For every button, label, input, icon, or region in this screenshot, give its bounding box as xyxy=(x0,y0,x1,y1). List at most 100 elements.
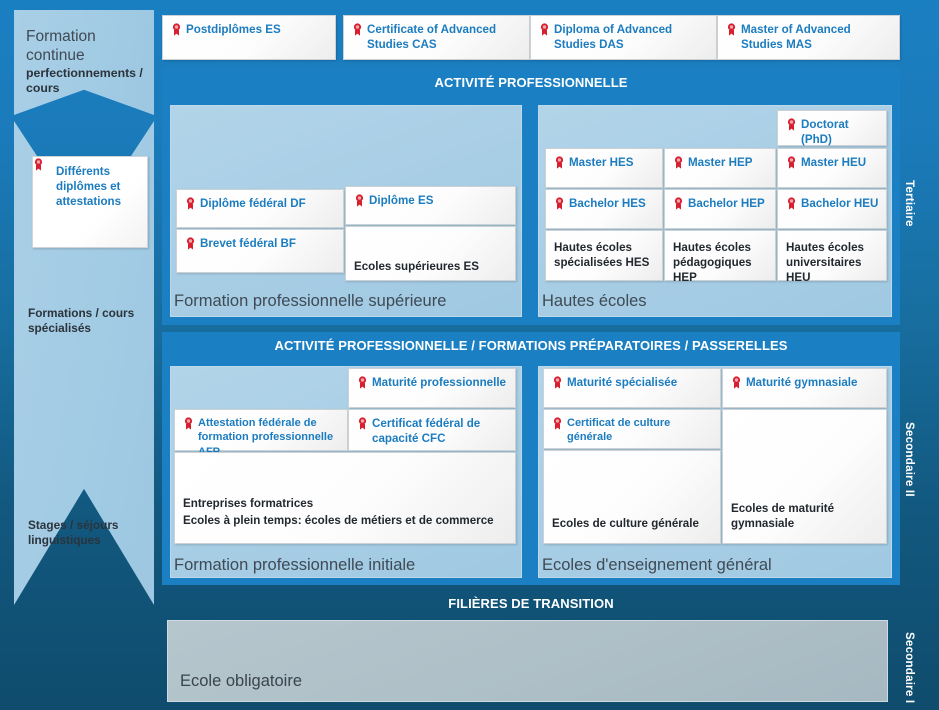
card-label: Hautes écoles spécialisées HES xyxy=(554,241,650,270)
level-label-secondaire-i: Secondaire I xyxy=(903,632,916,704)
panel-label-ecoles-enseignement-general: Ecoles d'enseignement général xyxy=(542,556,772,574)
sidebar-diplomas-card[interactable]: Différents diplômes et attestations xyxy=(32,156,148,248)
card-label: Postdiplômes ES xyxy=(186,23,281,36)
card-label: Certificat fédéral de capacité CFC xyxy=(372,417,481,446)
award-badge-icon xyxy=(185,237,196,250)
card-content: Master HEP xyxy=(673,155,771,170)
award-badge-icon xyxy=(539,23,550,36)
card-bachelor-hes[interactable]: Bachelor HES xyxy=(545,189,663,229)
card-bachelor-heu[interactable]: Bachelor HEU xyxy=(777,189,887,229)
card-doctorat-phd[interactable]: Doctorat (PhD) xyxy=(777,110,887,146)
card-entreprises-formatrices[interactable]: Entreprises formatrices Ecoles à plein t… xyxy=(174,452,516,544)
card-label: Master HEP xyxy=(688,156,753,169)
card-label: Master HES xyxy=(569,156,634,169)
card-content: Bachelor HES xyxy=(554,196,658,211)
card-cas[interactable]: Certificate of Advanced Studies CAS xyxy=(343,15,530,60)
card-content: Certificat de culture générale xyxy=(552,416,716,445)
award-badge-icon xyxy=(352,23,363,36)
award-badge-icon xyxy=(786,197,797,210)
card-master-heu[interactable]: Master HEU xyxy=(777,148,887,188)
card-label: Ecole obligatoire xyxy=(180,672,302,690)
award-badge-icon xyxy=(673,197,684,210)
card-maturite-specialisee[interactable]: Maturité spécialisée xyxy=(543,368,721,408)
sidebar-diplomas-label: Différents diplômes et attestations xyxy=(56,165,122,208)
award-badge-icon xyxy=(183,417,194,430)
card-content: Doctorat (PhD) xyxy=(786,117,882,147)
continuing-education-sidebar: Formation continue perfectionnements / c… xyxy=(14,10,154,698)
card-content: Maturité professionnelle xyxy=(357,375,511,390)
card-label: Bachelor HES xyxy=(569,197,646,210)
card-cfc[interactable]: Certificat fédéral de capacité CFC xyxy=(348,409,516,451)
card-brevet-federal-bf[interactable]: Brevet fédéral BF xyxy=(176,229,344,273)
card-label: Brevet fédéral BF xyxy=(200,237,297,250)
card-content: Master of Advanced Studies MAS xyxy=(726,22,895,52)
sidebar-title-line1: Formation continue xyxy=(26,28,96,64)
award-badge-icon xyxy=(726,23,737,36)
card-content: Certificat fédéral de capacité CFC xyxy=(357,416,511,446)
card-label-line2: Ecoles à plein temps: écoles de métiers … xyxy=(183,513,494,527)
card-content: Bachelor HEP xyxy=(673,196,771,211)
card-content: Brevet fédéral BF xyxy=(185,236,339,251)
card-content: Master HEU xyxy=(786,155,882,170)
card-label: Certificat de culture générale xyxy=(567,417,671,444)
card-label: Doctorat (PhD) xyxy=(801,118,849,147)
card-bachelor-hep[interactable]: Bachelor HEP xyxy=(664,189,776,229)
card-label: Hautes écoles universitaires HEU xyxy=(786,241,864,285)
award-badge-icon xyxy=(185,197,196,210)
card-content: Maturité gymnasiale xyxy=(731,375,882,390)
award-badge-icon xyxy=(731,376,742,389)
card-content: Certificate of Advanced Studies CAS xyxy=(352,22,525,52)
education-system-diagram: Formation continue perfectionnements / c… xyxy=(0,0,939,710)
card-maturite-gymnasiale[interactable]: Maturité gymnasiale xyxy=(722,368,887,408)
card-label: Diplôme ES xyxy=(369,194,434,207)
sidebar-note-internships: Stages / séjours linguistiques xyxy=(28,518,119,548)
card-afp[interactable]: Attestation fédérale de formation profes… xyxy=(174,409,348,458)
card-ecoles-maturite-gymnasiale[interactable]: Ecoles de maturité gymnasiale xyxy=(722,409,887,544)
award-badge-icon xyxy=(554,156,565,169)
card-master-hes[interactable]: Master HES xyxy=(545,148,663,188)
card-label: Ecoles supérieures ES xyxy=(354,259,480,273)
card-institution-hes[interactable]: Hautes écoles spécialisées HES xyxy=(545,230,663,281)
card-label: Master HEU xyxy=(801,156,867,169)
card-mas[interactable]: Master of Advanced Studies MAS xyxy=(717,15,900,60)
card-label: Bachelor HEP xyxy=(688,197,765,210)
card-content: Diplôme ES xyxy=(354,193,511,208)
banner-secondary2: ACTIVITÉ PROFESSIONNELLE / FORMATIONS PR… xyxy=(274,338,788,353)
award-badge-icon xyxy=(786,118,797,131)
card-ecoles-superieures-es[interactable]: Ecoles supérieures ES xyxy=(345,226,516,281)
sidebar-note-courses: Formations / cours spécialisés xyxy=(28,306,135,336)
panel-label-formation-professionnelle-superieure: Formation professionnelle supérieure xyxy=(174,292,447,310)
award-badge-icon xyxy=(171,23,182,36)
card-diplome-es[interactable]: Diplôme ES xyxy=(345,186,516,225)
card-label: Bachelor HEU xyxy=(801,197,879,210)
sidebar-title: Formation continue perfectionnements / c… xyxy=(26,28,152,96)
award-badge-icon xyxy=(786,156,797,169)
panel-label-hautes-ecoles: Hautes écoles xyxy=(542,292,647,310)
card-institution-heu[interactable]: Hautes écoles universitaires HEU xyxy=(777,230,887,284)
award-badge-icon xyxy=(357,417,368,430)
card-master-hep[interactable]: Master HEP xyxy=(664,148,776,188)
card-das[interactable]: Diploma of Advanced Studies DAS xyxy=(530,15,717,60)
banner-transition: FILIÈRES DE TRANSITION xyxy=(448,596,614,611)
card-label: Maturité professionnelle xyxy=(372,376,506,389)
card-maturite-professionnelle[interactable]: Maturité professionnelle xyxy=(348,368,516,408)
award-badge-icon xyxy=(552,417,563,430)
card-label: Diplôme fédéral DF xyxy=(200,197,306,210)
card-label: Maturité gymnasiale xyxy=(746,376,858,389)
card-diplome-federal-df[interactable]: Diplôme fédéral DF xyxy=(176,189,344,228)
card-ecole-obligatoire[interactable]: Ecole obligatoire xyxy=(167,620,888,702)
card-certificat-culture-generale[interactable]: Certificat de culture générale xyxy=(543,409,721,449)
banner-tertiary: ACTIVITÉ PROFESSIONNELLE xyxy=(434,75,628,90)
card-content: Diploma of Advanced Studies DAS xyxy=(539,22,712,52)
card-label: Master of Advanced Studies MAS xyxy=(741,23,851,52)
award-badge-icon xyxy=(33,158,44,171)
card-postdiplomes-es[interactable]: Postdiplômes ES xyxy=(162,15,336,60)
card-institution-hep[interactable]: Hautes écoles pédagogiques HEP xyxy=(664,230,776,284)
card-ecoles-culture-generale[interactable]: Ecoles de culture générale xyxy=(543,450,721,544)
award-badge-icon xyxy=(554,197,565,210)
card-label: Ecoles de maturité gymnasiale xyxy=(731,501,835,530)
panel-label-formation-professionnelle-initiale: Formation professionnelle initiale xyxy=(174,556,416,574)
award-badge-icon xyxy=(354,194,365,207)
card-content: Maturité spécialisée xyxy=(552,375,716,390)
card-content: Diplôme fédéral DF xyxy=(185,196,339,211)
